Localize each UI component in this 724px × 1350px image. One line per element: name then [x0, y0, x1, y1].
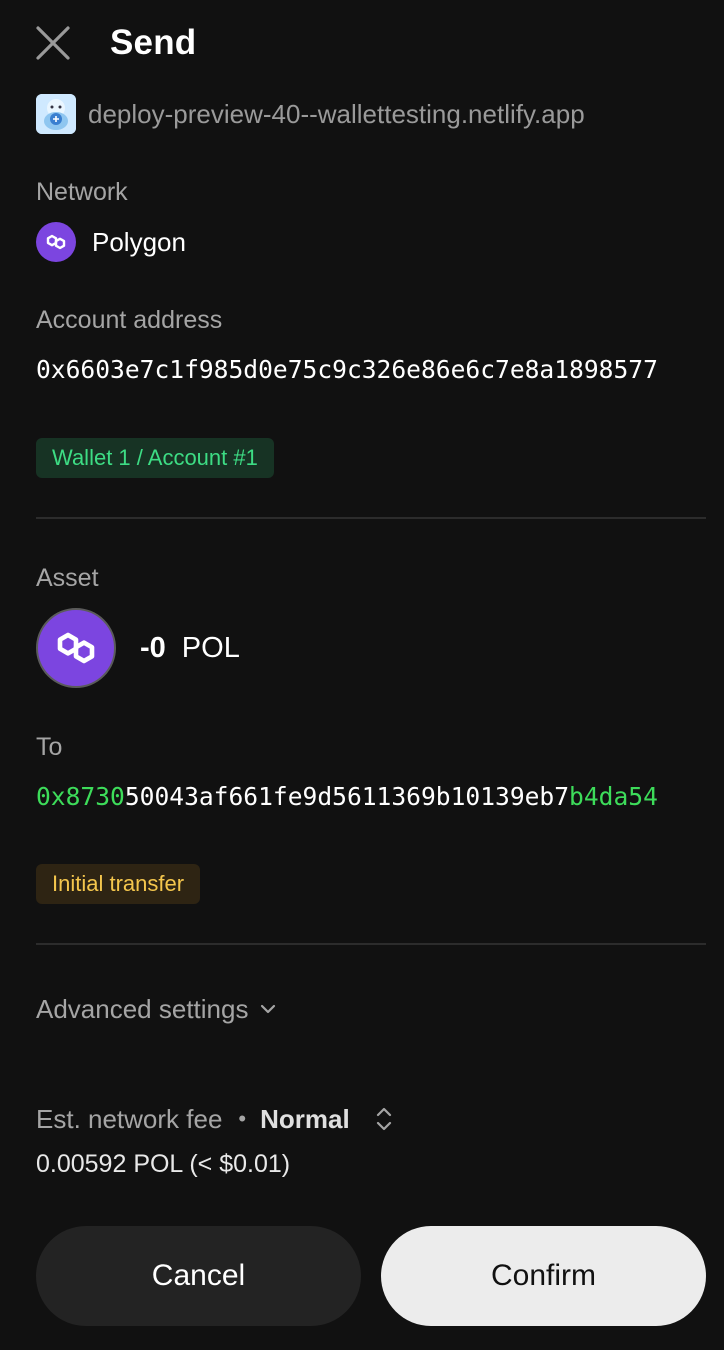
site-favicon-icon	[36, 94, 76, 134]
asset-symbol: POL	[181, 631, 240, 664]
network-label: Network	[36, 178, 128, 206]
network-name: Polygon	[92, 226, 186, 257]
advanced-settings-toggle[interactable]: Advanced settings	[36, 990, 278, 1028]
close-icon	[36, 26, 70, 60]
account-address-label: Account address	[36, 306, 223, 334]
asset-row: -0 POL	[36, 608, 240, 688]
header: Send	[36, 20, 196, 66]
page-title: Send	[110, 23, 197, 62]
recipient-address-suffix: b4da54	[569, 782, 658, 811]
origin-url: deploy-preview-40--wallettesting.netlify…	[88, 98, 585, 129]
advanced-settings-label: Advanced settings	[36, 993, 249, 1024]
origin-row: deploy-preview-40--wallettesting.netlify…	[36, 94, 585, 134]
recipient-address-prefix: 0x8730	[36, 782, 125, 811]
fee-separator: •	[238, 1106, 247, 1131]
divider	[36, 943, 706, 945]
close-button[interactable]	[30, 20, 76, 66]
asset-label: Asset	[36, 564, 99, 592]
fee-label: Est. network fee	[36, 1103, 223, 1134]
recipient-badge: Initial transfer	[36, 864, 201, 904]
cancel-button[interactable]: Cancel	[36, 1226, 361, 1326]
network-row: Polygon	[36, 222, 186, 262]
sort-updown-icon[interactable]	[374, 1105, 394, 1133]
fee-speed[interactable]: Normal	[260, 1104, 350, 1135]
polygon-icon	[36, 222, 76, 262]
pol-token-icon	[36, 608, 116, 688]
recipient-address-middle: 50043af661fe9d5611369b10139eb7	[124, 782, 570, 811]
asset-amount: -0	[140, 631, 166, 664]
divider	[36, 517, 706, 519]
account-address: 0x6603e7c1f985d0e75c9c326e86e6c7e8a18985…	[36, 355, 658, 384]
fee-row: Est. network fee • Normal	[36, 1100, 394, 1138]
send-screen: Send deploy-preview-40--wallettesting.ne…	[0, 0, 724, 1350]
chevron-down-icon	[258, 999, 278, 1019]
confirm-button[interactable]: Confirm	[381, 1226, 706, 1326]
recipient-address: 0x873050043af661fe9d5611369b10139eb7b4da…	[36, 777, 706, 817]
to-label: To	[36, 733, 63, 761]
fee-value: 0.00592 POL (< $0.01)	[36, 1150, 291, 1178]
account-badge: Wallet 1 / Account #1	[36, 438, 274, 478]
